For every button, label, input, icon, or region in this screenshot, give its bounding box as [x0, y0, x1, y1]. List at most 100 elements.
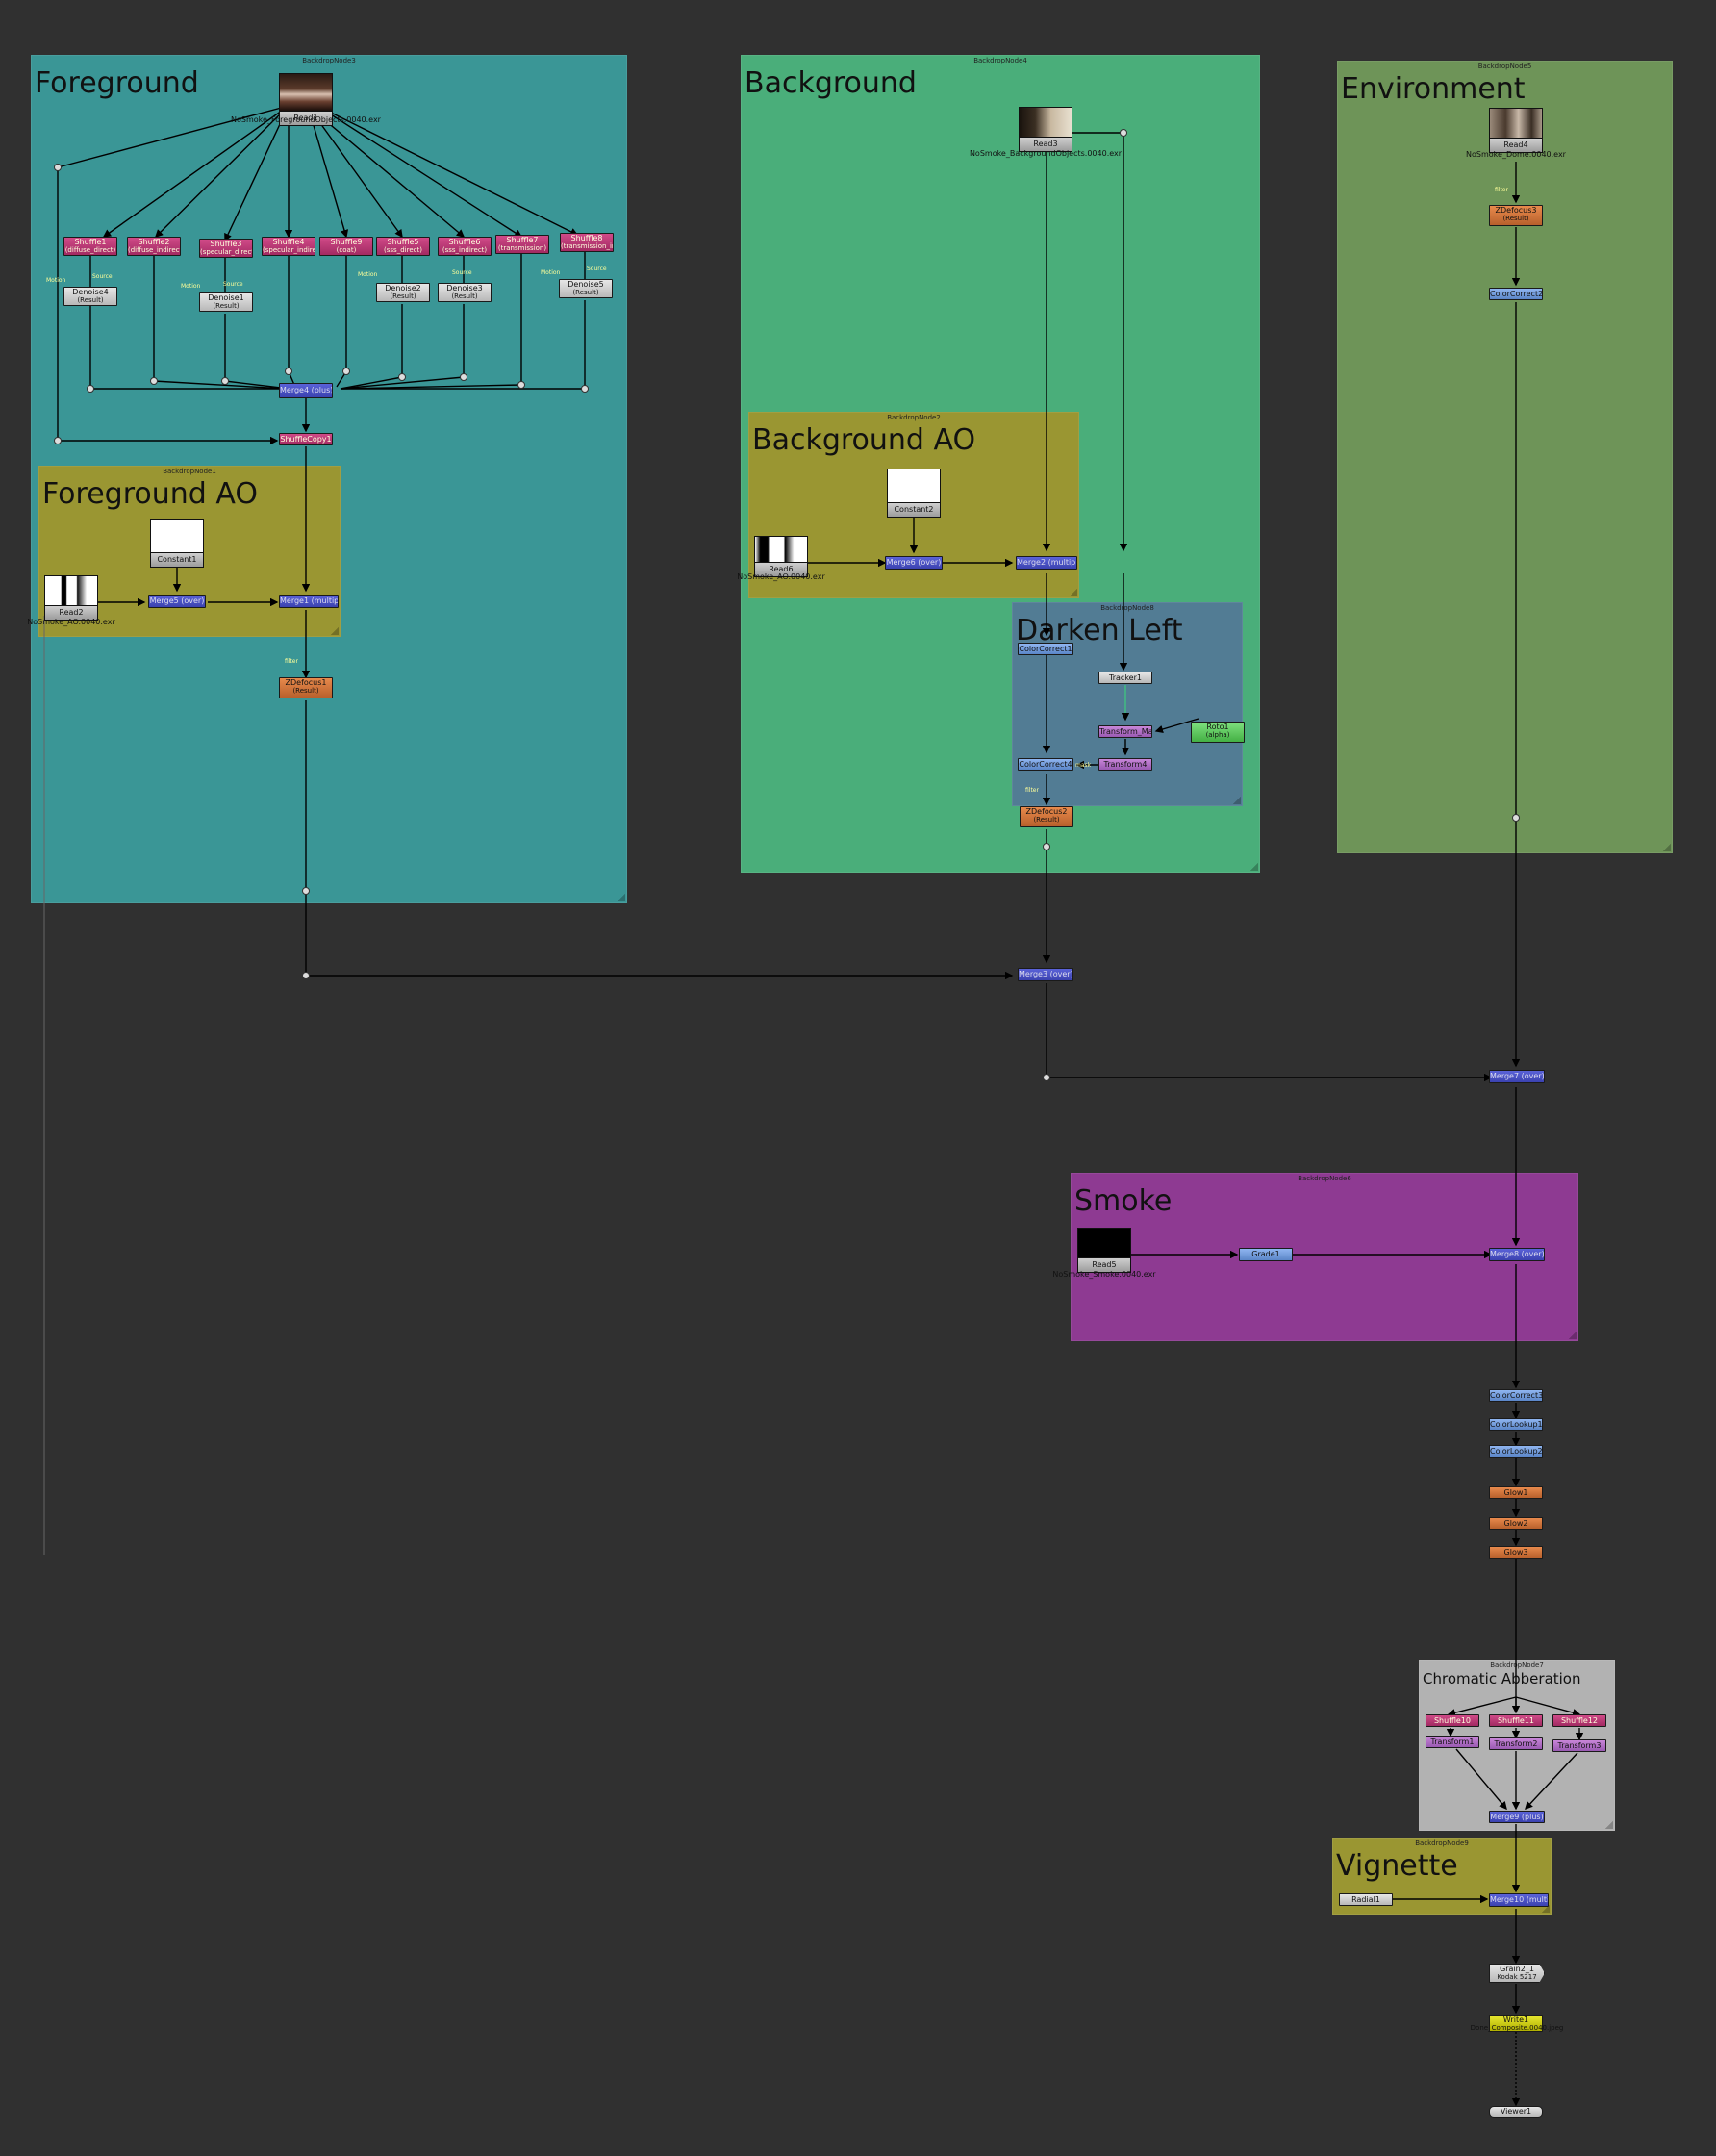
- merge-fg-over-node[interactable]: Merge5 (over): [148, 595, 206, 608]
- wire-dot[interactable]: [517, 381, 525, 389]
- denoise1-node[interactable]: Denoise1 (Result): [199, 292, 253, 312]
- merge-vignette-node[interactable]: Merge10 (multiply): [1489, 1893, 1549, 1907]
- transform-matchmove1-node[interactable]: Transform_MatchMove1: [1098, 725, 1152, 738]
- denoise5-node[interactable]: Denoise5 (Result): [559, 279, 613, 298]
- backdrop-environment[interactable]: BackdropNode5 Environment: [1337, 61, 1673, 853]
- denoise2-node[interactable]: Denoise2 (Result): [376, 283, 430, 302]
- shuffle6-node[interactable]: Shuffle6 (sss_indirect): [438, 237, 492, 256]
- constant2-node[interactable]: Constant2: [887, 469, 941, 518]
- shuffle4-node[interactable]: Shuffle4(specular_indirect): [262, 237, 315, 256]
- grain2-1-node[interactable]: Grain2_1 Kodak 5217: [1489, 1964, 1545, 1983]
- wire-dot[interactable]: [285, 368, 292, 375]
- wire-dot[interactable]: [54, 437, 62, 444]
- viewer1-node[interactable]: Viewer1: [1489, 2106, 1543, 2118]
- shufflecopy1-node[interactable]: ShuffleCopy1: [279, 433, 333, 445]
- wire-dot[interactable]: [87, 385, 94, 393]
- glow2-node[interactable]: Glow2: [1489, 1517, 1543, 1530]
- glow3-node[interactable]: Glow3: [1489, 1546, 1543, 1559]
- merge-fg-multiply-node[interactable]: Merge1 (multiply): [279, 595, 339, 608]
- merge-plus-node[interactable]: Merge4 (plus): [279, 383, 333, 398]
- node-label: Tracker1: [1109, 673, 1142, 682]
- node-label: Merge7 (over): [1490, 1072, 1545, 1080]
- read1-node[interactable]: Read1 NoSmoke_ForegroundObjects.0040.exr: [231, 73, 381, 126]
- wire-dot[interactable]: [1512, 814, 1520, 822]
- shuffle8-node[interactable]: Shuffle8(transmission_indirect): [560, 233, 614, 252]
- shuffle1-node[interactable]: Shuffle1 (diffuse_direct): [63, 237, 117, 256]
- node-sublabel: (coat): [336, 246, 357, 254]
- shuffle5-node[interactable]: Shuffle5 (sss_direct): [376, 237, 430, 256]
- node-label: Shuffle8: [570, 234, 603, 242]
- shuffle3-node[interactable]: Shuffle3 (specular_direct): [199, 239, 253, 258]
- colorcorrect1-node[interactable]: ColorCorrect1: [1018, 643, 1073, 655]
- colorlookup2-node[interactable]: ColorLookup2: [1489, 1445, 1543, 1458]
- resize-handle[interactable]: [618, 894, 625, 901]
- write1-node[interactable]: Write1 Done_Composite.0040.jpeg: [1471, 2015, 1563, 2032]
- node-label: Glow1: [1503, 1488, 1528, 1497]
- merge-bg-over-node[interactable]: Merge6 (over): [885, 556, 943, 570]
- read6-node[interactable]: Read6 NoSmoke_AO.0040.exr: [737, 536, 825, 581]
- wire-dot[interactable]: [581, 385, 589, 393]
- tracker1-node[interactable]: Tracker1: [1098, 672, 1152, 684]
- read2-node[interactable]: Read2 NoSmoke_AO.0040.exr: [27, 575, 115, 626]
- wire-dot[interactable]: [398, 373, 406, 381]
- wire-dot[interactable]: [302, 887, 310, 895]
- transform3-node[interactable]: Transform3: [1552, 1739, 1606, 1752]
- backdrop-darken-left[interactable]: BackdropNode8 Darken Left: [1012, 602, 1243, 806]
- wire-dot[interactable]: [460, 373, 467, 381]
- transform1-node[interactable]: Transform1: [1426, 1736, 1479, 1748]
- constant1-node[interactable]: Constant1: [150, 519, 204, 568]
- resize-handle[interactable]: [1663, 844, 1671, 851]
- resize-handle[interactable]: [1233, 797, 1241, 804]
- wire-dot[interactable]: [1120, 129, 1127, 137]
- shuffle2-node[interactable]: Shuffle2 (diffuse_indirect): [127, 237, 181, 256]
- node-sublabel: (Result): [572, 289, 599, 296]
- transform2-node[interactable]: Transform2: [1489, 1737, 1543, 1750]
- wire-dot[interactable]: [221, 377, 229, 385]
- merge-env-node[interactable]: Merge7 (over): [1489, 1070, 1545, 1083]
- grade1-node[interactable]: Grade1: [1239, 1248, 1293, 1261]
- resize-handle[interactable]: [1569, 1332, 1577, 1339]
- shuffle12-node[interactable]: Shuffle12: [1552, 1714, 1606, 1727]
- zdefocus3-node[interactable]: ZDefocus3 (Result): [1489, 205, 1543, 226]
- merge-fg-bg-node[interactable]: Merge3 (over): [1018, 968, 1073, 981]
- radial1-node[interactable]: Radial1: [1339, 1893, 1393, 1906]
- roto1-node[interactable]: Roto1 (alpha): [1191, 722, 1245, 743]
- wire-dot[interactable]: [150, 377, 158, 385]
- zdefocus2-node[interactable]: ZDefocus2 (Result): [1020, 806, 1073, 827]
- glow1-node[interactable]: Glow1: [1489, 1486, 1543, 1499]
- denoise3-node[interactable]: Denoise3 (Result): [438, 283, 492, 302]
- read4-node[interactable]: Read4 NoSmoke_Dome.0040.exr: [1466, 108, 1566, 159]
- colorcorrect2-node[interactable]: ColorCorrect2: [1489, 288, 1543, 300]
- wire-dot[interactable]: [302, 972, 310, 979]
- denoise4-node[interactable]: Denoise4 (Result): [63, 287, 117, 306]
- node-sublabel: (Result): [213, 302, 240, 310]
- wire-dot[interactable]: [1043, 843, 1050, 850]
- read3-filename: NoSmoke_BackgroundObjects.0040.exr: [969, 149, 1123, 158]
- colorlookup1-node[interactable]: ColorLookup1: [1489, 1418, 1543, 1431]
- wire-dot[interactable]: [342, 368, 350, 375]
- wire-dot[interactable]: [1043, 1074, 1050, 1081]
- resize-handle[interactable]: [1605, 1821, 1613, 1829]
- input-label-filter: filter: [1025, 787, 1039, 794]
- colorcorrect3-node[interactable]: ColorCorrect3: [1489, 1389, 1543, 1402]
- zdefocus1-node[interactable]: ZDefocus1 (Result): [279, 677, 333, 698]
- shuffle11-node[interactable]: Shuffle11: [1489, 1714, 1543, 1727]
- constant1-label: Constant1: [150, 553, 204, 568]
- read3-node[interactable]: Read3 NoSmoke_BackgroundObjects.0040.exr: [970, 107, 1122, 158]
- merge-ca-node[interactable]: Merge9 (plus): [1489, 1811, 1545, 1823]
- transform4-node[interactable]: Transform4: [1098, 758, 1152, 771]
- shuffle10-node[interactable]: Shuffle10: [1426, 1714, 1479, 1727]
- read5-node[interactable]: Read5 NoSmoke_Smoke.0040.exr: [1052, 1228, 1156, 1279]
- wire-dot[interactable]: [54, 164, 62, 171]
- merge-smoke-node[interactable]: Merge8 (over): [1489, 1248, 1545, 1261]
- shuffle7-node[interactable]: Shuffle7 (transmission): [495, 235, 549, 254]
- shuffle9-node[interactable]: Shuffle9 (coat): [319, 237, 373, 256]
- colorcorrect4-node[interactable]: ColorCorrect4: [1018, 758, 1073, 771]
- resize-handle[interactable]: [1250, 863, 1258, 871]
- merge-bg-multiply-node[interactable]: Merge2 (multiply): [1016, 556, 1077, 570]
- resize-handle[interactable]: [1070, 589, 1077, 596]
- read4-filename: NoSmoke_Dome.0040.exr: [1466, 150, 1566, 159]
- node-label: Denoise4: [72, 288, 109, 296]
- resize-handle[interactable]: [331, 627, 339, 635]
- node-label: Merge3 (over): [1019, 970, 1073, 978]
